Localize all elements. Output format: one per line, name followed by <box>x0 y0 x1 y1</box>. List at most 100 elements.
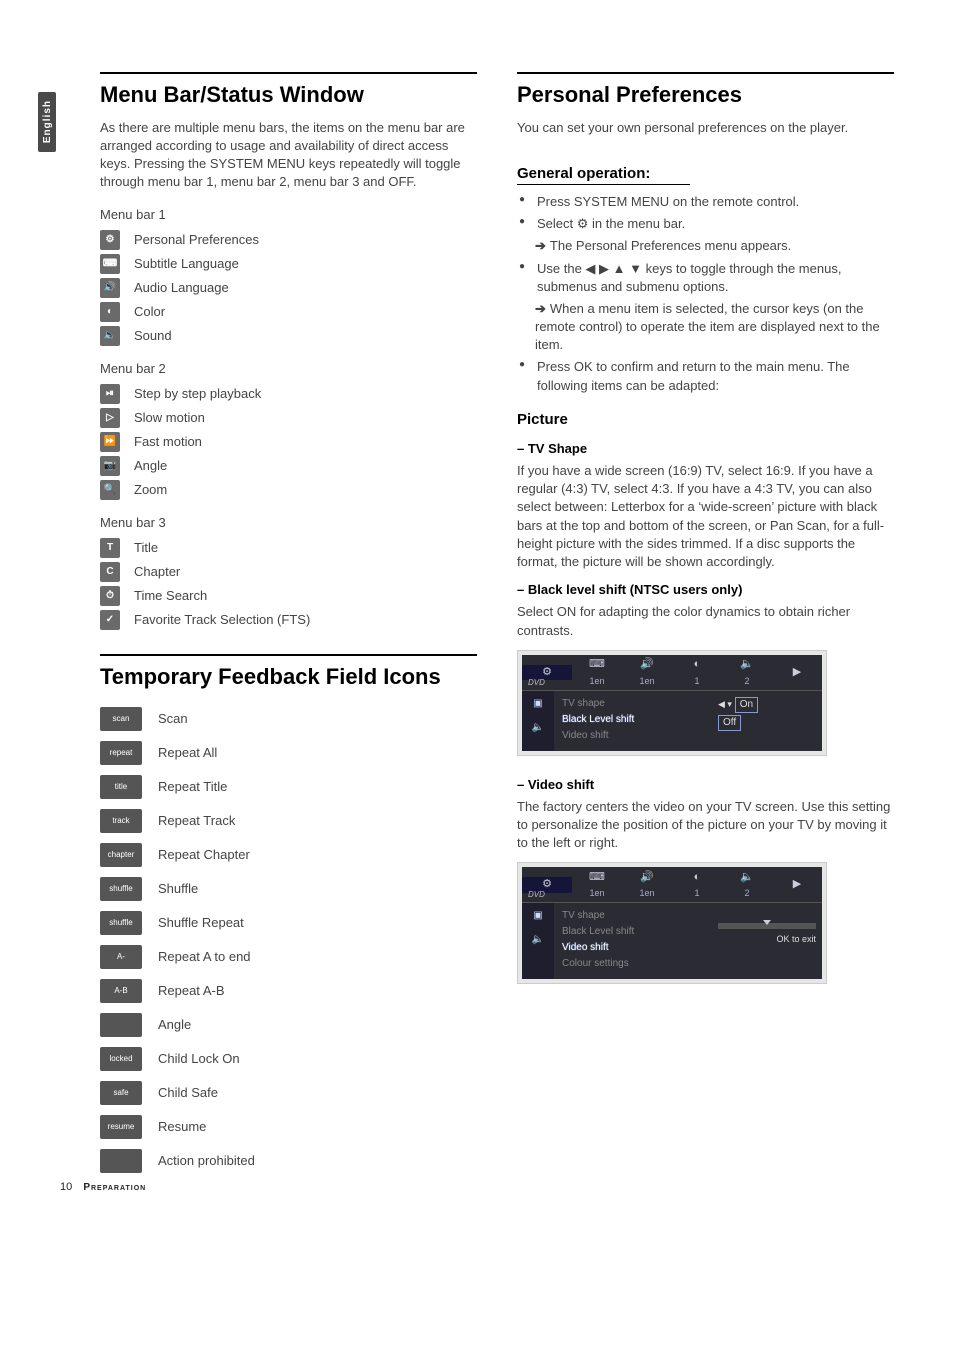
feedback-icon: repeat <box>100 741 142 765</box>
general-result-1: The Personal Preferences menu appears. <box>517 237 894 255</box>
feedback-icon: A- <box>100 945 142 969</box>
menubar-item: ⏯ Step by step playback <box>100 384 477 404</box>
osd-dvd-label-2: DVD <box>528 889 545 900</box>
menubar-icon: ⏱ <box>100 586 120 606</box>
menubar-icon: ✓ <box>100 610 120 630</box>
feedback-item: trackRepeat Track <box>100 809 477 833</box>
heading-general-operation: General operation: <box>517 163 690 185</box>
heading-personal-prefs: Personal Preferences <box>517 72 894 111</box>
feedback-item-label: Shuffle <box>158 880 198 898</box>
feedback-item-label: Action prohibited <box>158 1152 255 1170</box>
heading-picture: Picture <box>517 409 894 430</box>
menubar-item: ⏩ Fast motion <box>100 432 477 452</box>
feedback-icon: shuffle <box>100 911 142 935</box>
video-shift-slider <box>718 923 816 929</box>
feedback-item-label: Repeat A to end <box>158 948 251 966</box>
feedback-item: titleRepeat Title <box>100 775 477 799</box>
menubar-item: C Chapter <box>100 562 477 582</box>
feedback-item: repeat Repeat All <box>100 741 477 765</box>
text-video-shift: The factory centers the video on your TV… <box>517 798 894 853</box>
osd-menu-item: Video shift <box>562 729 704 743</box>
feedback-icon <box>100 1013 142 1037</box>
feedback-icon: scan <box>100 707 142 731</box>
general-step-1: Press SYSTEM MENU on the remote control. <box>519 193 894 211</box>
language-tab: English <box>38 92 56 152</box>
feedback-item: A- Repeat A to end <box>100 945 477 969</box>
feedback-item-label: Repeat Title <box>158 778 227 796</box>
osd-dvd-label: DVD <box>528 677 545 688</box>
general-step-2: Select ⚙ in the menu bar. <box>519 215 894 233</box>
heading-tv-shape: – TV Shape <box>517 440 894 458</box>
feedback-item-label: Repeat Chapter <box>158 846 250 864</box>
general-operation-list: Press SYSTEM MENU on the remote control.… <box>519 193 894 233</box>
osd-menu-item: Black Level shift <box>562 925 704 939</box>
left-column: Menu Bar/Status Window As there are mult… <box>100 72 477 1183</box>
menubar-icon: ⏯ <box>100 384 120 404</box>
menubar-item-label: Color <box>134 303 165 321</box>
feedback-icon: shuffle <box>100 877 142 901</box>
menubar-item-label: Step by step playback <box>134 385 261 403</box>
osd-black-level: DVD ⚙ ⌨1en 🔊1en ◐1 🔈2 ▶ ▣🔈 TV shapeBlack… <box>517 650 827 756</box>
menubar-item: ⌨ Subtitle Language <box>100 254 477 274</box>
menubar-item-label: Zoom <box>134 481 167 499</box>
menubar-icon: C <box>100 562 120 582</box>
menubar-icon: ⌨ <box>100 254 120 274</box>
text-black-level: Select ON for adapting the color dynamic… <box>517 603 894 639</box>
general-step-4: Press OK to confirm and return to the ma… <box>519 358 894 394</box>
section-label: Preparation <box>83 1182 146 1193</box>
page-footer: 10 Preparation <box>60 1181 146 1193</box>
feedback-item: safeChild Safe <box>100 1081 477 1105</box>
menubar-item: 📷Angle <box>100 456 477 476</box>
menubar-item-label: Title <box>134 539 158 557</box>
osd-menu-item: Colour settings <box>562 957 704 971</box>
menubar-icon: T <box>100 538 120 558</box>
heading-video-shift: – Video shift <box>517 776 894 794</box>
feedback-item-label: Child Lock On <box>158 1050 240 1068</box>
menubar-icon: 🔊 <box>100 278 120 298</box>
feedback-item: scanScan <box>100 707 477 731</box>
menubar-title: Menu bar 3 <box>100 514 477 532</box>
feedback-item-label: Angle <box>158 1016 191 1034</box>
feedback-item-label: Repeat Track <box>158 812 235 830</box>
menubar-item-label: Sound <box>134 327 172 345</box>
menubar-item-label: Time Search <box>134 587 207 605</box>
intro-personal-prefs: You can set your own personal preference… <box>517 119 894 137</box>
feedback-item-label: Resume <box>158 1118 206 1136</box>
osd-menu-item: Video shift <box>562 941 704 955</box>
menubar-item-label: Subtitle Language <box>134 255 239 273</box>
feedback-icon: safe <box>100 1081 142 1105</box>
general-operation-list-3: Press OK to confirm and return to the ma… <box>519 358 894 394</box>
menubar-item: T Title <box>100 538 477 558</box>
feedback-icon: A-B <box>100 979 142 1003</box>
feedback-item-label: Repeat All <box>158 744 217 762</box>
menubar-title: Menu bar 2 <box>100 360 477 378</box>
osd-menu-item: TV shape <box>562 909 704 923</box>
menubar-item: ✓ Favorite Track Selection (FTS) <box>100 610 477 630</box>
feedback-item: resumeResume <box>100 1115 477 1139</box>
osd-menu-item: Black Level shift <box>562 713 704 727</box>
page-number: 10 <box>60 1181 72 1193</box>
menubar-item-label: Favorite Track Selection (FTS) <box>134 611 310 629</box>
menubar-title: Menu bar 1 <box>100 206 477 224</box>
heading-black-level: – Black level shift (NTSC users only) <box>517 581 894 599</box>
general-operation-list-2: Use the ◀ ▶ ▲ ▼ keys to toggle through t… <box>519 260 894 296</box>
menubar-item: 🔍 Zoom <box>100 480 477 500</box>
menubar-icon: 🔍 <box>100 480 120 500</box>
general-step-3: Use the ◀ ▶ ▲ ▼ keys to toggle through t… <box>519 260 894 296</box>
feedback-item: chapterRepeat Chapter <box>100 843 477 867</box>
menubar-item-label: Chapter <box>134 563 180 581</box>
menubar-item-label: Fast motion <box>134 433 202 451</box>
menubar-item-label: Slow motion <box>134 409 205 427</box>
menubar-item-label: Personal Preferences <box>134 231 259 249</box>
feedback-item-label: Repeat A-B <box>158 982 225 1000</box>
osd-video-shift: DVD ⚙ ⌨1en 🔊1en ◐1 🔈2 ▶ ▣🔈 TV shapeBlack… <box>517 862 827 984</box>
feedback-item: A-B Repeat A-B <box>100 979 477 1003</box>
right-column: Personal Preferences You can set your ow… <box>517 72 894 1183</box>
feedback-item: shuffleShuffle Repeat <box>100 911 477 935</box>
general-result-2: When a menu item is selected, the cursor… <box>517 300 894 355</box>
feedback-item: shuffle Shuffle <box>100 877 477 901</box>
menubar-item: 🔈Sound <box>100 326 477 346</box>
menubar-item: ⚙Personal Preferences <box>100 230 477 250</box>
menubar-icon: ▷ <box>100 408 120 428</box>
menubar-icon: ⏩ <box>100 432 120 452</box>
